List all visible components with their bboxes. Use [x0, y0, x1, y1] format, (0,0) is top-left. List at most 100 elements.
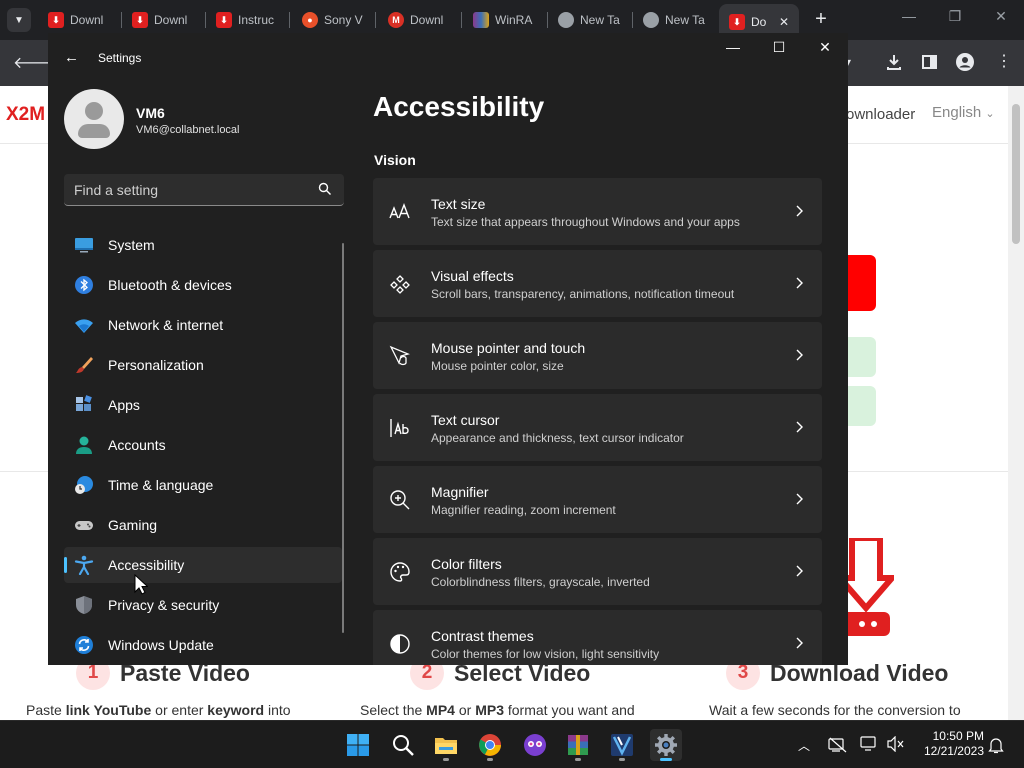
tab-separator [375, 12, 376, 28]
chevron-right-icon [796, 493, 803, 505]
apps-icon [76, 395, 92, 411]
taskbar-media-app[interactable] [519, 729, 551, 761]
notification-bell-icon[interactable] [988, 736, 1004, 754]
chevron-up-icon[interactable]: ︿ [798, 737, 810, 754]
side-panel-icon[interactable] [922, 55, 937, 69]
sony-icon: ● [302, 12, 318, 28]
nav-scrollbar[interactable] [342, 243, 344, 633]
nav-item-gaming[interactable]: Gaming [64, 507, 342, 543]
nav-item-accessibility[interactable]: Accessibility [64, 547, 342, 583]
display-icon[interactable] [860, 736, 878, 752]
desc-bold: link YouTube [65, 702, 152, 718]
green-button[interactable] [848, 386, 876, 426]
step-description: Select the MP4 or MP3 format you want an… [360, 702, 635, 718]
taskbar-chrome[interactable] [474, 729, 506, 761]
minimize-icon[interactable]: — [894, 8, 924, 24]
close-tab-icon[interactable]: ✕ [779, 15, 789, 29]
network-icon [75, 319, 93, 333]
nav-item-network[interactable]: Network & internet [64, 307, 342, 343]
card-title: Text size [431, 196, 486, 212]
search-icon[interactable] [318, 182, 332, 196]
card-visual-effects[interactable]: Visual effects Scroll bars, transparency… [373, 250, 822, 317]
green-button[interactable] [848, 337, 876, 377]
language-select[interactable]: English ⌄ [932, 104, 995, 121]
desc-bold: keyword [207, 702, 265, 718]
taskbar-file-explorer[interactable] [430, 729, 462, 761]
avatar[interactable] [64, 89, 124, 149]
nav-item-privacy-security[interactable]: Privacy & security [64, 587, 342, 623]
volume-muted-icon[interactable] [887, 736, 905, 752]
brush-icon [76, 357, 93, 373]
start-button[interactable] [848, 255, 876, 311]
system-icon [75, 238, 93, 253]
visual-effects-icon [390, 275, 410, 294]
card-mouse-pointer-touch[interactable]: Mouse pointer and touch Mouse pointer co… [373, 322, 822, 389]
system-clock[interactable]: 10:50 PM 12/21/2023 [916, 729, 984, 759]
page-title: Accessibility [373, 91, 545, 122]
new-tab-button[interactable]: + [809, 8, 833, 32]
desc-bold: MP4 [426, 702, 455, 718]
chevron-right-icon [796, 565, 803, 577]
back-arrow-icon[interactable]: ← [64, 49, 80, 66]
tab-label: Sony V [324, 13, 363, 27]
card-title: Contrast themes [431, 628, 534, 644]
site-logo[interactable]: X2M [6, 104, 45, 126]
desc-text: Select the [360, 702, 427, 718]
search-input[interactable] [74, 180, 304, 200]
nav-item-accounts[interactable]: Accounts [64, 427, 342, 463]
tab-separator [289, 12, 290, 28]
page-scrollbar[interactable] [1008, 86, 1024, 720]
settings-icon [655, 734, 677, 756]
scrollbar-thumb[interactable] [1012, 104, 1020, 244]
card-color-filters[interactable]: Color filters Colorblindness filters, gr… [373, 538, 822, 605]
nav-label: Bluetooth & devices [108, 277, 232, 293]
taskbar-app[interactable] [606, 729, 638, 761]
nav-item-apps[interactable]: Apps [64, 387, 342, 423]
card-text-cursor[interactable]: Text cursor Appearance and thickness, te… [373, 394, 822, 461]
network-offline-icon[interactable] [828, 737, 848, 753]
more-menu-icon[interactable]: ⋮ [996, 51, 1012, 71]
card-title: Mouse pointer and touch [431, 340, 586, 356]
taskbar-settings[interactable] [650, 729, 682, 761]
clock-date: 12/21/2023 [923, 744, 984, 758]
nav-item-time-language[interactable]: Time & language [64, 467, 342, 503]
maximize-icon[interactable]: ☐ [764, 39, 794, 56]
nav-item-system[interactable]: System [64, 227, 342, 263]
tab-label: Downl [70, 13, 104, 27]
taskbar-winrar[interactable] [562, 729, 594, 761]
nav-item-bluetooth[interactable]: Bluetooth & devices [64, 267, 342, 303]
profile-icon[interactable] [956, 53, 974, 71]
nav-link-downloader[interactable]: ownloader [846, 106, 915, 123]
close-icon[interactable]: ✕ [986, 8, 1016, 25]
avatar-head [85, 102, 103, 120]
nav-item-personalization[interactable]: Personalization [64, 347, 342, 383]
active-indicator [660, 758, 672, 761]
card-text-size[interactable]: Text size Text size that appears through… [373, 178, 822, 245]
tab-search-button[interactable]: ▼ [7, 8, 31, 32]
find-setting-box[interactable] [64, 174, 344, 206]
chrome-icon [643, 12, 659, 28]
clock-time: 10:50 PM [932, 729, 984, 743]
card-magnifier[interactable]: Magnifier Magnifier reading, zoom increm… [373, 466, 822, 533]
minimize-icon[interactable]: — [718, 39, 748, 55]
x2mate-icon: ⬇ [48, 12, 64, 28]
nav-label: Windows Update [108, 637, 214, 653]
taskbar: ︿ 10:50 PM 12/21/2023 [0, 720, 1024, 768]
section-heading: Vision [374, 152, 416, 168]
card-contrast-themes[interactable]: Contrast themes Color themes for low vis… [373, 610, 822, 665]
x2mate-icon: ⬇ [216, 12, 232, 28]
restore-icon[interactable]: ❐ [940, 8, 970, 25]
nav-item-windows-update[interactable]: Windows Update [64, 627, 342, 663]
tab-label: Instruc [238, 13, 275, 27]
card-description: Text size that appears throughout Window… [431, 215, 740, 229]
download-icon[interactable] [886, 54, 902, 70]
winrar-icon [473, 12, 489, 28]
start-button[interactable] [342, 729, 374, 761]
taskbar-search-button[interactable] [387, 729, 419, 761]
chevron-right-icon [796, 205, 803, 217]
card-description: Magnifier reading, zoom increment [431, 503, 616, 517]
search-icon [393, 735, 414, 756]
close-icon[interactable]: ✕ [810, 39, 840, 56]
windows-update-icon [75, 636, 93, 654]
card-title: Color filters [431, 556, 502, 572]
